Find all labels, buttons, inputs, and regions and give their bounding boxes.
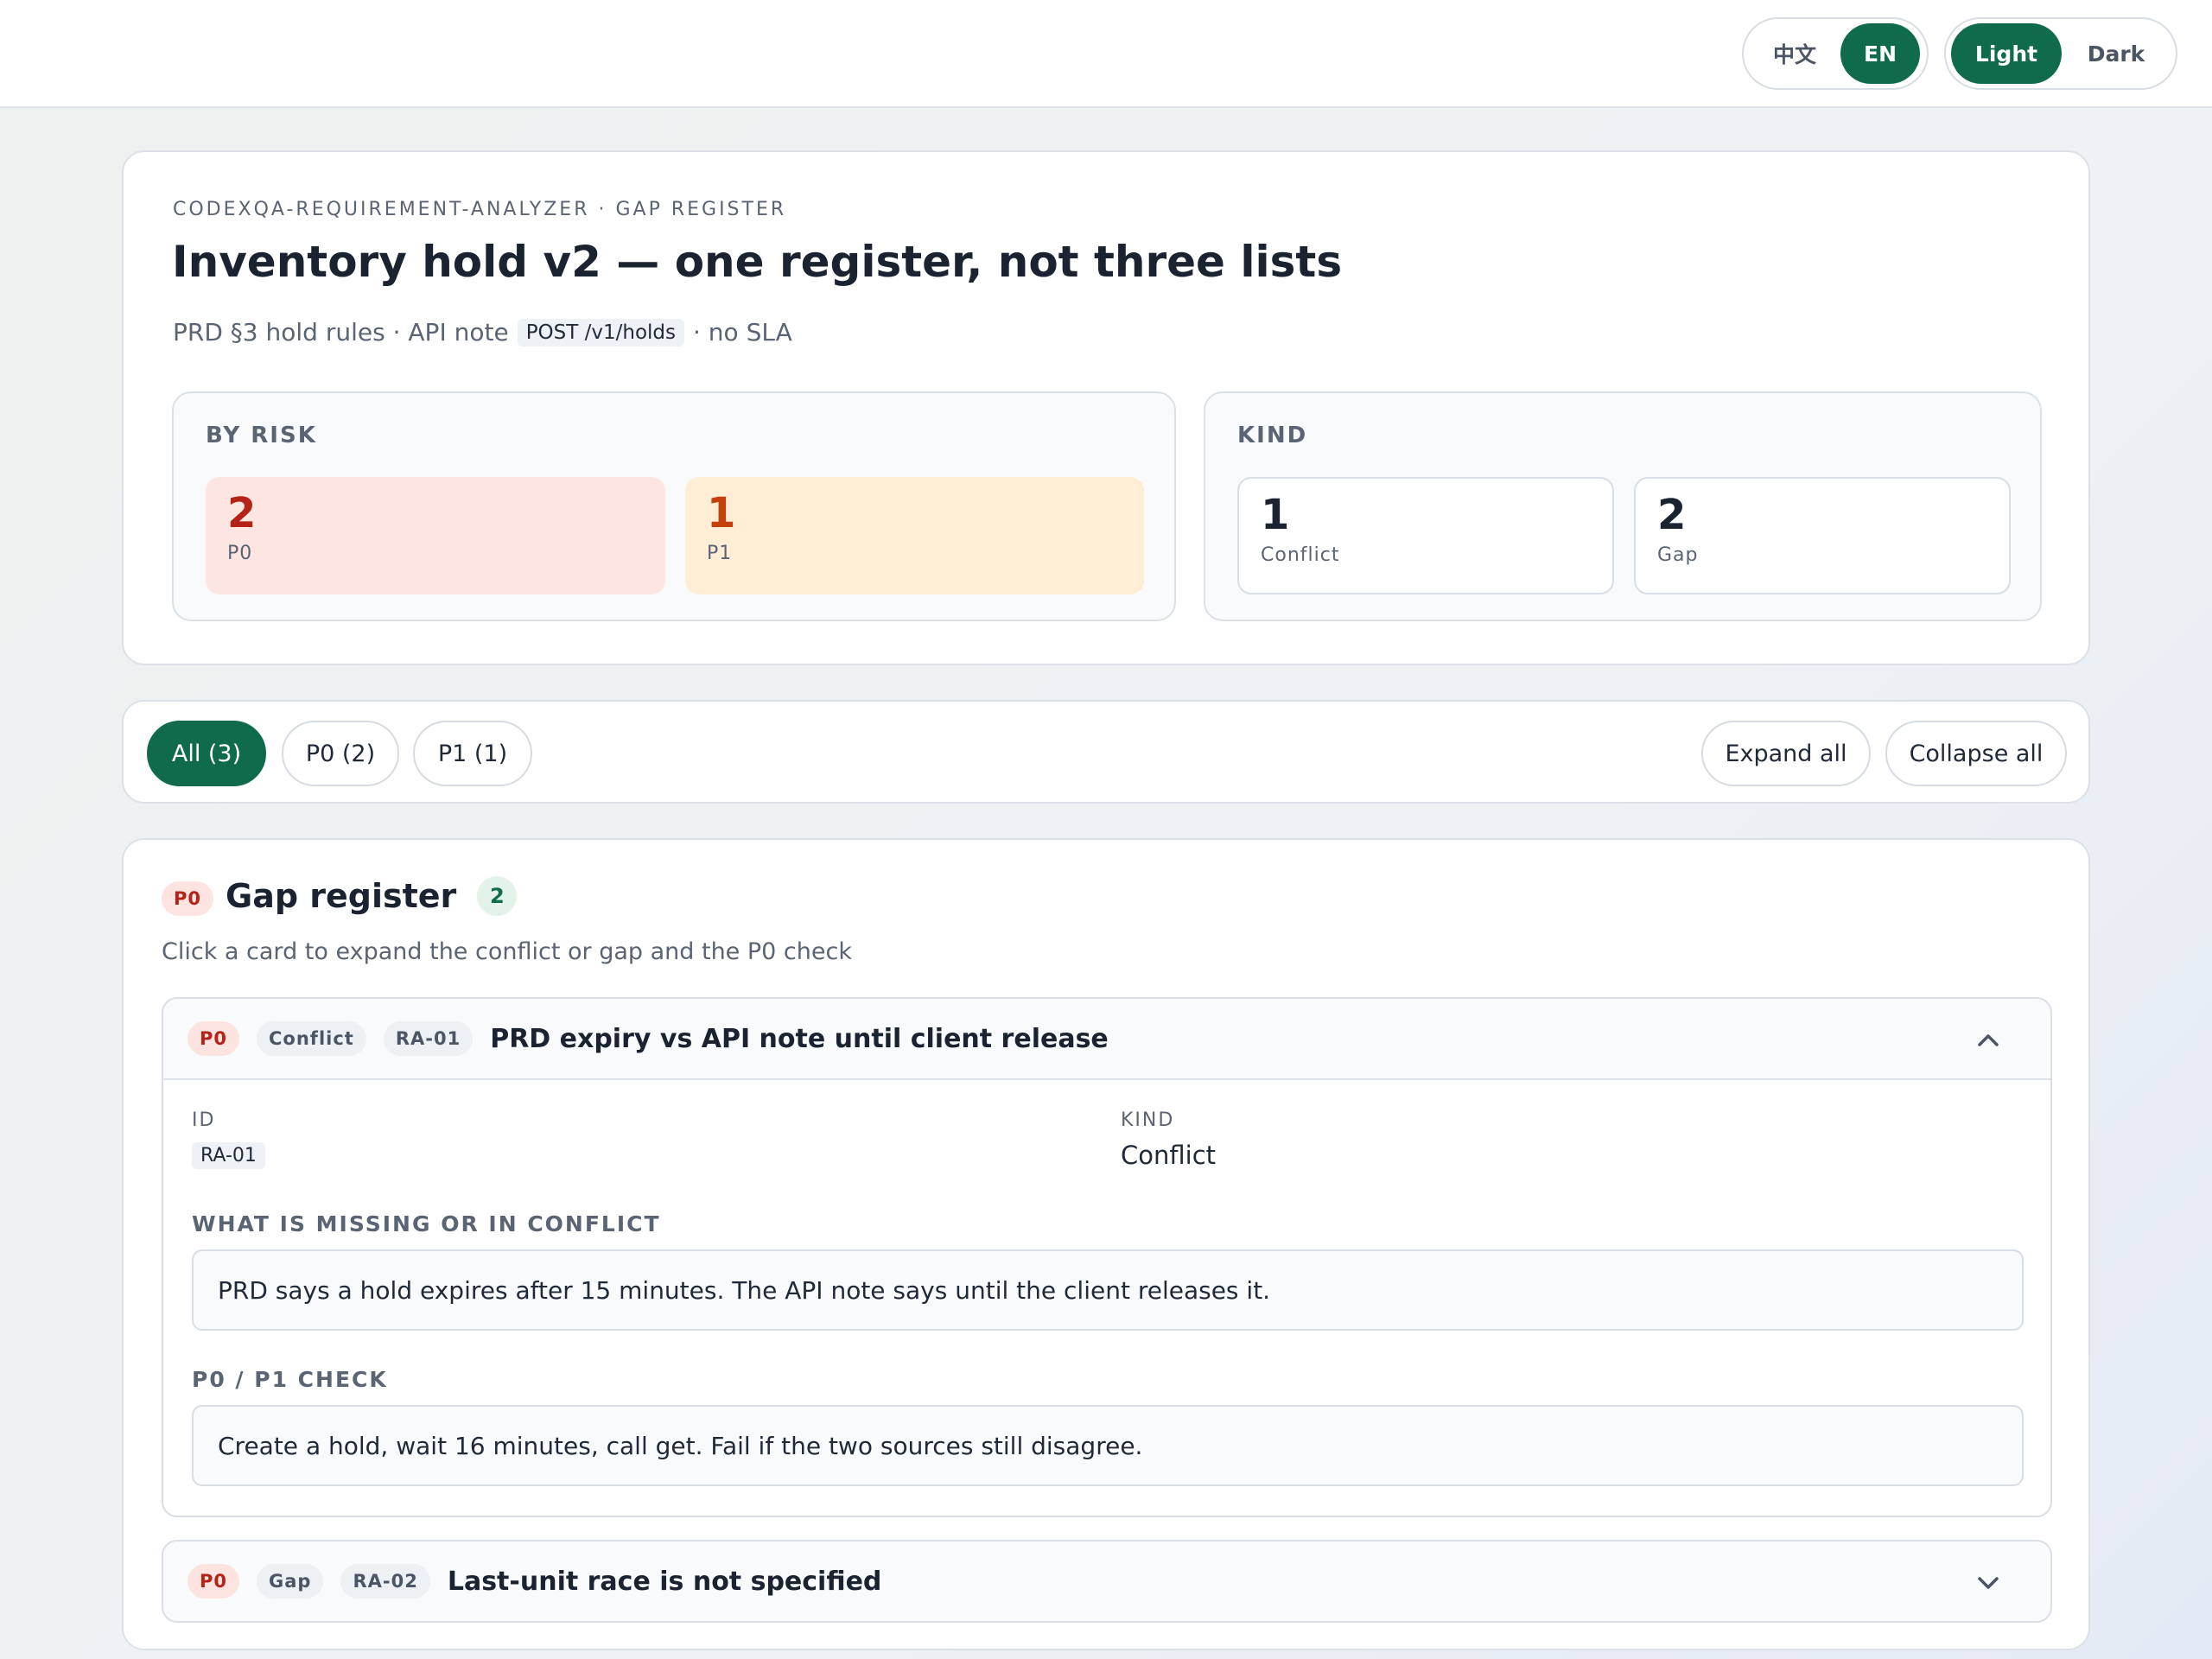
stat-p0-label: P0: [227, 543, 253, 564]
chevron-down-icon[interactable]: [1976, 1567, 2000, 1598]
endpoint-code: POST /v1/holds: [517, 318, 684, 346]
missing-label: WHAT IS MISSING OR IN CONFLICT: [192, 1211, 661, 1236]
register-count: 2: [477, 876, 518, 916]
item-header[interactable]: P0 Conflict RA-01 PRD expiry vs API note…: [163, 999, 2050, 1078]
lang-zh-button[interactable]: 中文: [1749, 23, 1840, 84]
stat-conflict: 1 Conflict: [1237, 477, 1614, 594]
stat-conflict-value: 1: [1261, 491, 1290, 539]
collapse-all-button[interactable]: Collapse all: [1885, 721, 2067, 786]
page-title: Inventory hold v2 — one register, not th…: [172, 237, 1343, 287]
eyebrow: CODEXQA-REQUIREMENT-ANALYZER · GAP REGIS…: [173, 199, 787, 220]
risk-badge: P0: [162, 881, 213, 916]
kind-label: KIND: [1121, 1109, 1175, 1131]
top-bar: 中文 EN Light Dark: [0, 0, 2212, 108]
page-subtitle: PRD §3 hold rules · API note POST /v1/ho…: [173, 318, 792, 346]
id-badge: RA-01: [383, 1021, 474, 1056]
kind-value: Conflict: [1121, 1141, 1217, 1170]
filter-p0[interactable]: P0 (2): [282, 721, 399, 786]
kind-badge: Conflict: [257, 1021, 366, 1056]
language-switch: 中文 EN: [1742, 17, 1929, 90]
stat-gap: 2 Gap: [1634, 477, 2011, 594]
theme-switch: Light Dark: [1944, 17, 2177, 90]
stat-gap-label: Gap: [1657, 544, 1699, 566]
item-title: PRD expiry vs API note until client rele…: [490, 1023, 1109, 1054]
item-details: ID RA-01 KIND Conflict WHAT IS MISSING O…: [163, 1078, 2050, 1516]
stat-p1-label: P1: [707, 543, 733, 564]
register-item: P0 Conflict RA-01 PRD expiry vs API note…: [162, 997, 2052, 1517]
expand-all-button[interactable]: Expand all: [1701, 721, 1871, 786]
gap-register: P0 Gap register 2 Click a card to expand…: [122, 838, 2090, 1650]
theme-light-button[interactable]: Light: [1951, 23, 2062, 84]
missing-text: PRD says a hold expires after 15 minutes…: [192, 1249, 2024, 1331]
stat-p0: 2 P0: [206, 477, 665, 594]
subtitle-text: PRD §3 hold rules · API note: [173, 318, 509, 346]
theme-dark-button[interactable]: Dark: [2062, 23, 2171, 84]
subtitle-suffix: · no SLA: [693, 318, 792, 346]
register-header: P0 Gap register 2: [162, 876, 518, 916]
item-header[interactable]: P0 Gap RA-02 Last-unit race is not speci…: [163, 1541, 2050, 1621]
register-item: P0 Gap RA-02 Last-unit race is not speci…: [162, 1540, 2052, 1623]
stat-p1-value: 1: [707, 489, 736, 537]
check-text: Create a hold, wait 16 minutes, call get…: [192, 1405, 2024, 1486]
risk-badge: P0: [188, 1021, 240, 1056]
stat-conflict-label: Conflict: [1261, 544, 1340, 566]
stat-p1: 1 P1: [685, 477, 1144, 594]
id-value: RA-01: [192, 1142, 265, 1169]
by-risk-label: BY RISK: [206, 423, 317, 448]
filter-p1[interactable]: P1 (1): [413, 721, 532, 786]
id-label: ID: [192, 1109, 216, 1131]
filter-all[interactable]: All (3): [147, 721, 266, 786]
lang-en-button[interactable]: EN: [1840, 23, 1920, 84]
filter-bar: All (3) P0 (2) P1 (1) Expand all Collaps…: [122, 700, 2090, 804]
check-label: P0 / P1 CHECK: [192, 1367, 388, 1392]
chevron-up-icon[interactable]: [1976, 1025, 2000, 1055]
item-title: Last-unit race is not specified: [447, 1566, 882, 1597]
kind-label: KIND: [1237, 423, 1308, 448]
stat-gap-value: 2: [1657, 491, 1687, 539]
register-title: Gap register: [226, 877, 457, 915]
register-hint: Click a card to expand the conflict or g…: [162, 938, 852, 965]
kind-panel: KIND 1 Conflict 2 Gap: [1204, 391, 2042, 621]
stat-p0-value: 2: [227, 489, 257, 537]
risk-badge: P0: [188, 1564, 240, 1599]
id-badge: RA-02: [340, 1564, 430, 1599]
kind-badge: Gap: [257, 1564, 324, 1599]
by-risk-panel: BY RISK 2 P0 1 P1: [172, 391, 1176, 621]
summary-card: CODEXQA-REQUIREMENT-ANALYZER · GAP REGIS…: [122, 150, 2090, 665]
